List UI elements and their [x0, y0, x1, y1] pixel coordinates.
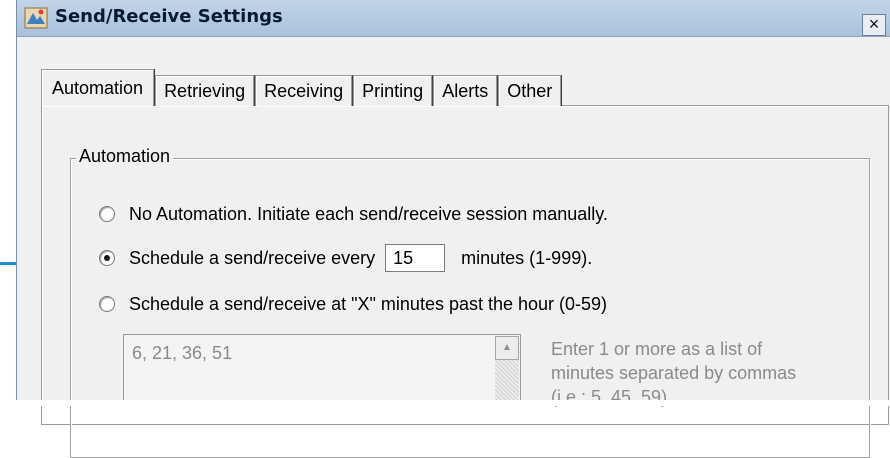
tab-alerts[interactable]: Alerts	[433, 75, 498, 106]
send-receive-settings-dialog: Send/Receive Settings × Automation No Au…	[16, 0, 890, 458]
no-automation-radio[interactable]	[99, 206, 115, 222]
past-hour-hint: Enter 1 or more as a list of minutes sep…	[551, 337, 851, 409]
hint-line: Enter 1 or more as a list of	[551, 339, 763, 359]
title-bar[interactable]: Send/Receive Settings ×	[17, 0, 890, 37]
option-past-hour[interactable]: Schedule a send/receive at "X" minutes p…	[99, 291, 607, 317]
option-schedule-every[interactable]: Schedule a send/receive every 15 minutes…	[99, 244, 593, 272]
automation-group-label: Automation	[76, 146, 174, 167]
hint-line: minutes separated by commas	[551, 363, 797, 383]
tab-panel-automation: Automation No Automation. Initiate each …	[41, 105, 889, 458]
schedule-every-label: Schedule a send/receive every	[129, 247, 376, 268]
minutes-input[interactable]: 15	[385, 244, 446, 272]
option-no-automation[interactable]: No Automation. Initiate each send/receiv…	[99, 201, 608, 227]
automation-groupbox: Automation No Automation. Initiate each …	[70, 146, 870, 458]
past-hour-minutes-value: 6, 21, 36, 51	[132, 343, 233, 363]
tab-printing[interactable]: Printing	[353, 75, 433, 106]
app-icon	[24, 7, 48, 29]
past-hour-label: Schedule a send/receive at "X" minutes p…	[129, 293, 608, 314]
no-automation-label: No Automation. Initiate each send/receiv…	[129, 203, 608, 224]
past-hour-radio[interactable]	[99, 296, 115, 312]
tab-retrieving[interactable]: Retrieving	[155, 75, 255, 106]
tab-strip: Automation Retrieving Receiving Printing…	[41, 68, 562, 106]
close-button[interactable]: ×	[862, 14, 886, 36]
scroll-up-arrow-icon[interactable]: ▲	[495, 336, 519, 360]
minutes-range-label: minutes (1-999).	[461, 247, 593, 268]
dialog-title: Send/Receive Settings	[55, 6, 283, 27]
close-icon: ×	[868, 14, 880, 34]
schedule-every-radio[interactable]	[99, 250, 115, 266]
screenshot-bottom-edge	[0, 400, 890, 406]
tab-other[interactable]: Other	[498, 75, 562, 106]
scrollbar[interactable]: ▲	[495, 336, 519, 403]
tab-automation[interactable]: Automation	[41, 69, 155, 106]
tab-receiving[interactable]: Receiving	[255, 75, 353, 106]
past-hour-minutes-field[interactable]: 6, 21, 36, 51 ▲	[123, 334, 521, 404]
